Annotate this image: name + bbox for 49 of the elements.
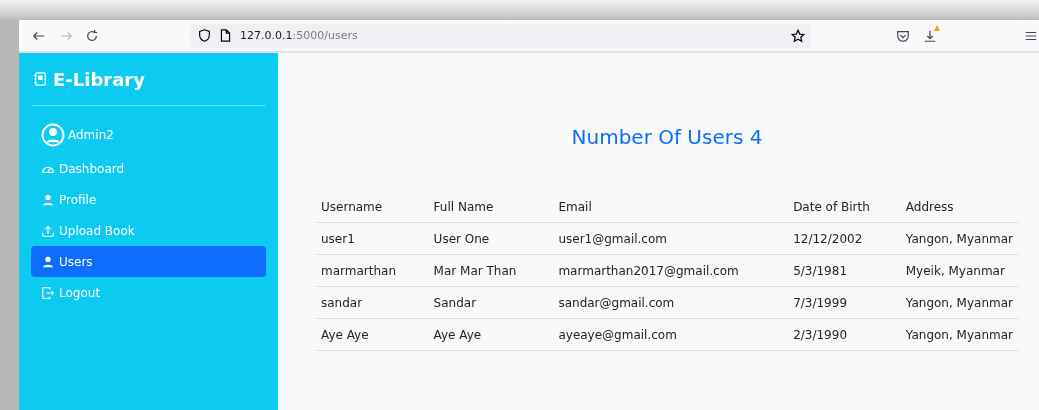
table-cell: User One	[427, 222, 553, 255]
sidebar-link[interactable]: Dashboard	[31, 153, 266, 184]
table-cell: Myeik, Myanmar	[899, 254, 1019, 287]
table-cell: Mar Mar Than	[427, 254, 553, 287]
sidebar-link[interactable]: Upload Book	[31, 215, 266, 246]
table-cell: user1	[315, 222, 428, 255]
table-cell: sandar	[315, 286, 428, 319]
sidebar-link[interactable]: Profile	[31, 184, 266, 215]
column-header: Full Name	[427, 191, 553, 223]
column-header: Address	[899, 191, 1019, 223]
shield-icon	[198, 29, 212, 42]
table-cell: ayeaye@gmail.com	[552, 318, 788, 351]
user-avatar-icon	[41, 122, 65, 147]
table-cell: 5/3/1981	[787, 254, 900, 287]
table-cell: sandar@gmail.com	[552, 286, 788, 319]
table-cell: Sandar	[427, 286, 553, 319]
table-cell: 2/3/1990	[787, 318, 900, 351]
user-name: Admin2	[68, 127, 114, 142]
star-icon	[790, 28, 805, 43]
table-cell: marmarthan2017@gmail.com	[552, 254, 788, 287]
table-cell: 7/3/1999	[787, 286, 900, 319]
person-icon	[41, 254, 55, 269]
book-icon	[33, 72, 47, 86]
address-bar[interactable]: 127.0.0.1:5000/users	[190, 23, 811, 48]
table-cell: marmarthan	[315, 254, 428, 287]
page-icon	[219, 29, 233, 42]
sidebar-link[interactable]: Users	[31, 246, 266, 277]
download-button[interactable]	[922, 27, 939, 44]
table-cell: Yangon, Myanmar	[899, 222, 1019, 255]
table-cell: user1@gmail.com	[552, 222, 788, 255]
upload-icon	[41, 223, 55, 238]
column-header: Email	[552, 191, 788, 223]
pocket-icon	[895, 28, 910, 43]
person-icon	[41, 192, 55, 207]
column-header: Date of Birth	[787, 191, 900, 223]
table-cell: Yangon, Myanmar	[899, 286, 1019, 319]
table-cell: 12/12/2002	[787, 222, 900, 255]
table-cell: Yangon, Myanmar	[899, 318, 1019, 351]
brand-title: E-Library	[53, 68, 145, 90]
url-path: :5000/users	[292, 29, 358, 42]
logout-icon	[41, 285, 55, 300]
url-host: 127.0.0.1	[240, 29, 293, 42]
reload-icon	[85, 28, 100, 43]
column-header: Username	[315, 191, 428, 223]
table-cell: Aye Aye	[427, 318, 553, 351]
table-cell: Aye Aye	[315, 318, 428, 351]
page-heading: Number Of Users 4	[570, 125, 764, 149]
download-icon	[923, 28, 938, 43]
sidebar-link[interactable]: Logout	[31, 277, 266, 308]
